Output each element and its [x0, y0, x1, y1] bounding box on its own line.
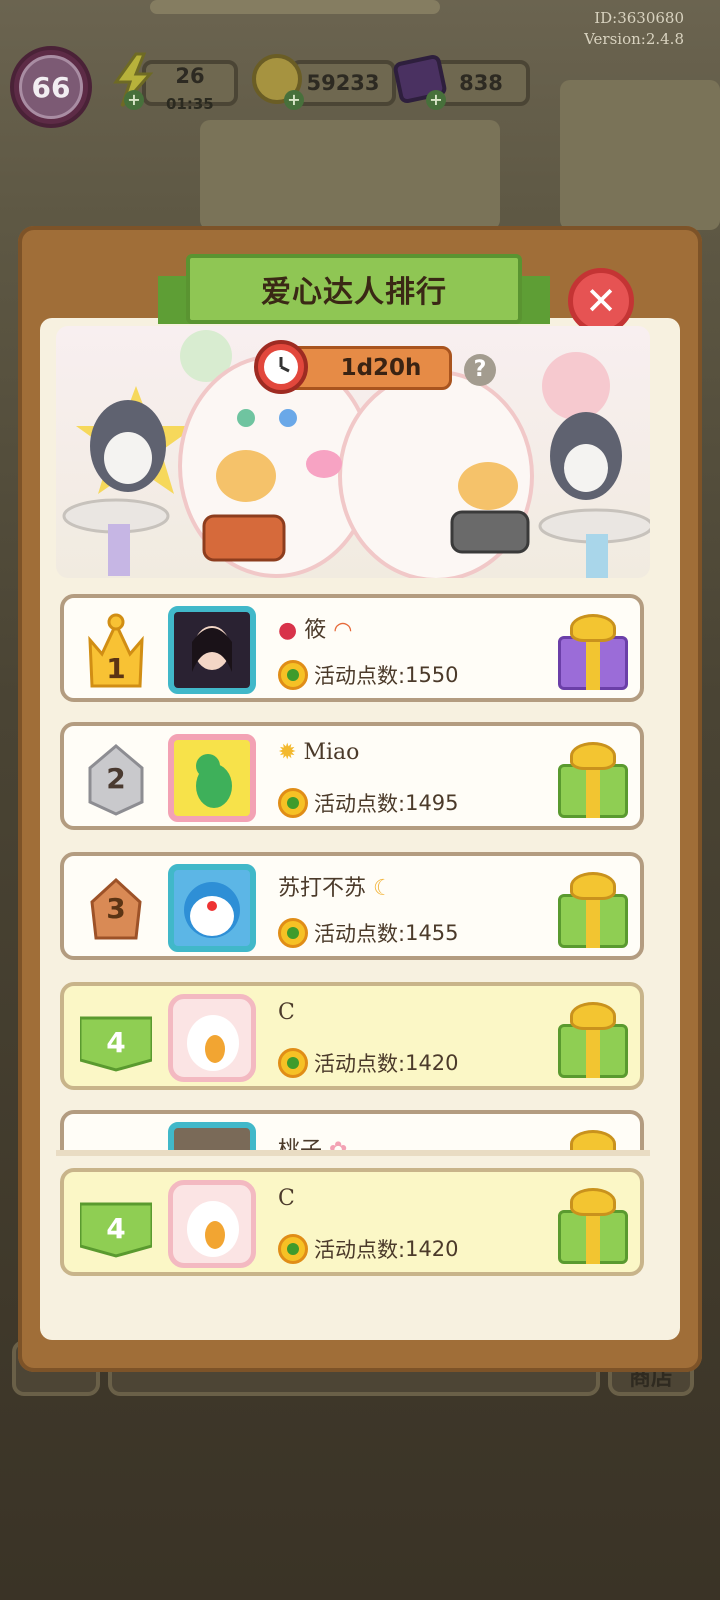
avatar[interactable] — [168, 864, 256, 952]
player-level-badge[interactable]: 66 — [10, 46, 92, 128]
level-number: 66 — [19, 55, 83, 119]
score-label: 活动点数: — [314, 1052, 406, 1076]
flower-icon — [278, 660, 308, 690]
clock-icon — [254, 340, 308, 394]
player-score: 活动点数: 1455 — [278, 918, 459, 948]
player-score: 活动点数: 1550 — [278, 660, 459, 690]
sun-icon: ✹ — [278, 740, 297, 765]
game-info: ID:3630680 Version:2.4.8 — [584, 8, 684, 50]
rainbow-icon: ◠ — [333, 618, 353, 643]
player-score: 活动点数: 1420 — [278, 1234, 459, 1264]
cat-frame-avatar[interactable] — [168, 994, 256, 1082]
player-name: ● 筱 ◠ — [278, 618, 353, 643]
avatar[interactable] — [168, 734, 256, 822]
moon-icon: ☾ — [373, 876, 393, 901]
cat-frame-avatar[interactable] — [168, 1180, 256, 1268]
time-left: 1d20h — [340, 355, 422, 381]
help-button[interactable]: ? — [464, 354, 496, 386]
leaderboard-row-1[interactable]: 1 ● 筱 ◠ 活动点数: 1550 — [60, 594, 644, 702]
leaderboard-row-2[interactable]: 2 ✹ Miao 活动点数: 1495 — [60, 722, 644, 830]
player-score: 活动点数: 1420 — [278, 1048, 459, 1078]
player-name: 苏打不苏 ☾ — [278, 876, 393, 901]
close-button[interactable]: ✕ — [568, 268, 634, 334]
room-cabinet — [560, 80, 720, 230]
energy-value: 26 — [175, 64, 205, 88]
score-value: 1420 — [405, 1051, 459, 1075]
score-value: 1550 — [405, 663, 459, 687]
leaderboard-row-5-clip: 桃子 ✿ — [60, 1110, 644, 1150]
title-ribbon: 爱心达人排行 — [158, 254, 550, 334]
flower-emoji-icon: ✿ — [329, 1138, 347, 1150]
flower-icon — [278, 918, 308, 948]
coin-counter[interactable]: 59233 — [290, 60, 396, 106]
player-name: 桃子 ✿ — [278, 1132, 347, 1150]
player-name: C — [278, 1000, 295, 1025]
score-label: 活动点数: — [314, 792, 406, 816]
green-gift-icon[interactable] — [554, 736, 632, 820]
player-id: ID:3630680 — [594, 9, 684, 27]
rank-number: 2 — [106, 761, 126, 795]
energy-timer: 01:35 — [166, 95, 214, 113]
green-gift-icon[interactable] — [554, 1124, 632, 1150]
flower-icon — [278, 788, 308, 818]
add-gems-button[interactable]: + — [426, 90, 446, 110]
gem-counter[interactable]: 838 — [432, 60, 530, 106]
avatar[interactable] — [168, 606, 256, 694]
lips-icon: ● — [278, 618, 298, 643]
green-flag-icon: 4 — [78, 1184, 154, 1264]
question-icon: ? — [473, 357, 487, 382]
green-gift-icon[interactable] — [554, 996, 632, 1080]
player-name: ✹ Miao — [278, 740, 360, 765]
rank-number: 3 — [106, 891, 126, 925]
rank-number: 4 — [106, 1025, 126, 1059]
score-label: 活动点数: — [314, 664, 406, 688]
player-name: C — [278, 1186, 295, 1211]
coin-value: 59233 — [306, 71, 380, 95]
score-value: 1495 — [405, 791, 459, 815]
room-counter — [200, 120, 500, 230]
flower-icon — [278, 1234, 308, 1264]
rank-number: 4 — [106, 1211, 126, 1245]
player-score: 活动点数: 1495 — [278, 788, 459, 818]
gem-value: 838 — [459, 71, 503, 95]
score-label: 活动点数: — [314, 922, 406, 946]
rank-number: 1 — [106, 651, 126, 685]
score-label: 活动点数: — [314, 1238, 406, 1262]
green-gift-icon[interactable] — [554, 866, 632, 950]
green-gift-icon[interactable] — [554, 1182, 632, 1266]
gold-crown-icon: 1 — [80, 610, 152, 690]
silver-crown-icon: 2 — [80, 738, 152, 818]
add-energy-button[interactable]: + — [124, 90, 144, 110]
score-value: 1455 — [405, 921, 459, 945]
score-value: 1420 — [405, 1237, 459, 1261]
list-divider — [56, 1150, 650, 1156]
leaderboard-row-5[interactable]: 桃子 ✿ — [60, 1110, 644, 1150]
bronze-crown-icon: 3 — [80, 868, 152, 948]
top-shelf — [150, 0, 440, 14]
leaderboard-row-4[interactable]: 4 C 活动点数: 1420 — [60, 982, 644, 1090]
leaderboard-row-3[interactable]: 3 苏打不苏 ☾ 活动点数: 1455 — [60, 852, 644, 960]
game-version: Version:2.4.8 — [584, 30, 684, 48]
flower-icon — [278, 1048, 308, 1078]
purple-gift-icon[interactable] — [554, 608, 632, 692]
avatar[interactable] — [168, 1122, 256, 1150]
add-coins-button[interactable]: + — [284, 90, 304, 110]
green-flag-icon: 4 — [78, 998, 154, 1078]
leaderboard-title: 爱心达人排行 — [186, 254, 522, 324]
close-icon: ✕ — [585, 279, 617, 323]
my-rank-row[interactable]: 4 C 活动点数: 1420 — [60, 1168, 644, 1276]
